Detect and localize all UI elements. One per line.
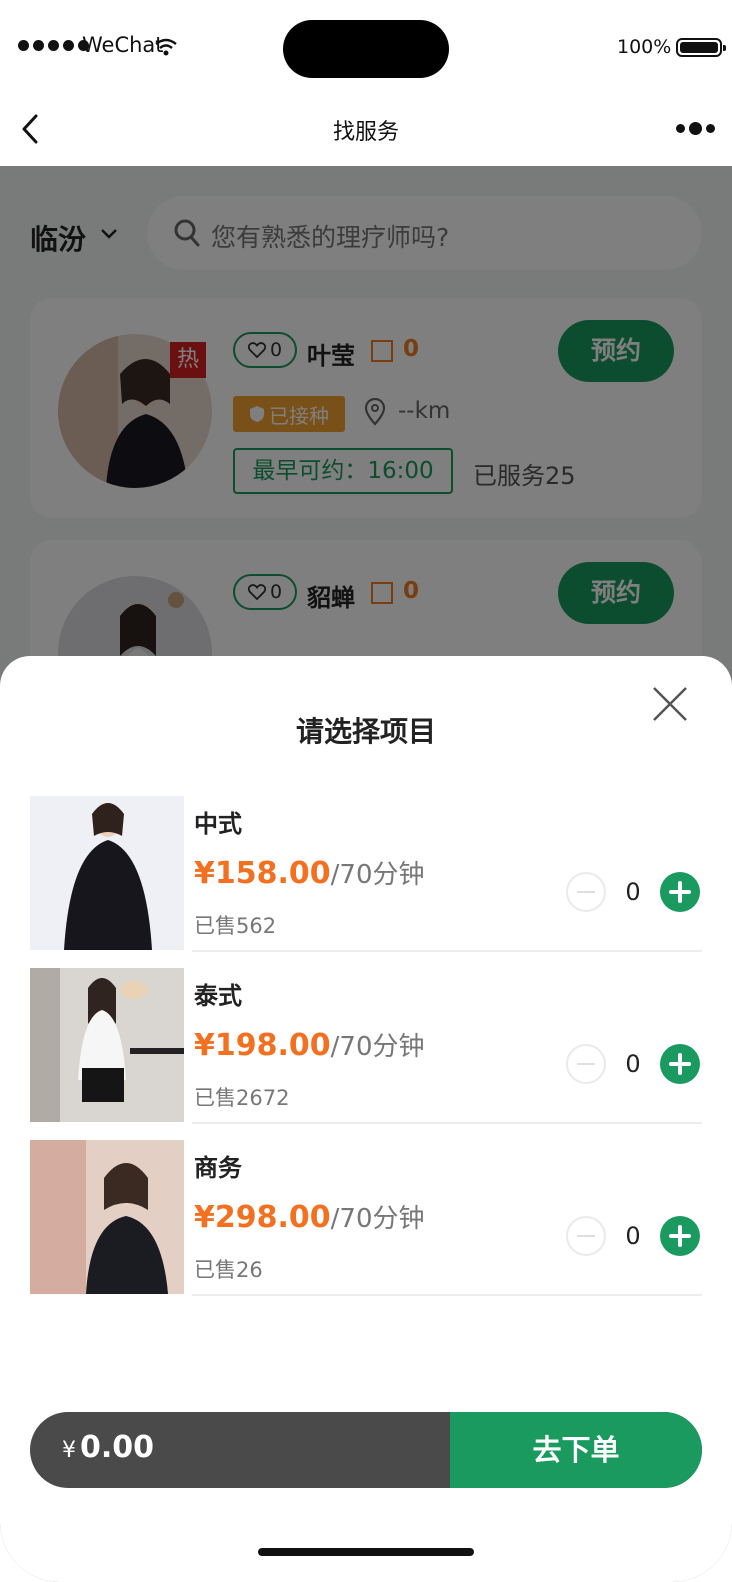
currency-symbol: ¥ <box>194 856 215 891</box>
price-duration: /70分钟 <box>330 860 425 890</box>
home-indicator <box>258 1548 474 1556</box>
page-title: 找服务 <box>332 120 399 145</box>
quantity-value: 0 <box>625 1222 641 1250</box>
nav-bar: 找服务 <box>0 92 732 166</box>
sold-count: 已售2672 <box>194 1086 290 1110</box>
quantity-value: 0 <box>625 1050 641 1078</box>
cart-bar: ¥0.00 去下单 <box>30 1412 702 1488</box>
wifi-icon <box>155 38 177 56</box>
item-name: 中式 <box>194 810 242 838</box>
item-name: 泰式 <box>194 982 242 1010</box>
price-duration: /70分钟 <box>330 1032 425 1062</box>
dynamic-island <box>283 20 449 78</box>
divider <box>192 1294 702 1296</box>
increase-button[interactable] <box>660 1216 700 1256</box>
cart-total: ¥0.00 <box>62 1430 154 1465</box>
sheet-title: 请选择项目 <box>295 715 436 748</box>
item-thumbnail <box>30 796 184 950</box>
price-duration: /70分钟 <box>330 1204 425 1234</box>
price-value: 298.00 <box>214 1200 331 1235</box>
increase-button[interactable] <box>660 872 700 912</box>
item-thumbnail <box>30 968 184 1122</box>
list-item: 商务 ¥298.00/70分钟 已售26 0 <box>30 1140 702 1296</box>
item-price: ¥158.00/70分钟 <box>194 854 425 891</box>
phone-screen: WeChat 100% 找服务 临汾 您有熟悉的理疗师吗? <box>0 0 732 1582</box>
item-thumbnail <box>30 1140 184 1294</box>
more-icon[interactable] <box>676 122 715 135</box>
list-item: 中式 ¥158.00/70分钟 已售562 0 <box>30 796 702 952</box>
divider <box>192 1122 702 1124</box>
price-value: 158.00 <box>214 856 331 891</box>
signal-icon <box>18 40 89 51</box>
project-picker-sheet: 请选择项目 中式 ¥158.00/70分钟 已售562 0 泰式 ¥198.00… <box>0 656 732 1582</box>
item-price: ¥298.00/70分钟 <box>194 1198 425 1235</box>
currency-symbol: ¥ <box>62 1438 76 1463</box>
sold-count: 已售26 <box>194 1258 263 1282</box>
currency-symbol: ¥ <box>194 1028 215 1063</box>
decrease-button[interactable] <box>566 1044 606 1084</box>
decrease-button[interactable] <box>566 1216 606 1256</box>
battery-percent: 100% <box>617 36 672 58</box>
increase-button[interactable] <box>660 1044 700 1084</box>
quantity-value: 0 <box>625 878 641 906</box>
item-name: 商务 <box>194 1154 242 1182</box>
close-icon[interactable] <box>652 686 688 722</box>
divider <box>192 950 702 952</box>
decrease-button[interactable] <box>566 872 606 912</box>
item-price: ¥198.00/70分钟 <box>194 1026 425 1063</box>
carrier-label: WeChat <box>82 33 164 57</box>
currency-symbol: ¥ <box>194 1200 215 1235</box>
checkout-button[interactable]: 去下单 <box>450 1412 702 1488</box>
status-bar: WeChat 100% <box>0 0 732 92</box>
battery-icon <box>676 38 726 57</box>
sold-count: 已售562 <box>194 914 277 938</box>
total-value: 0.00 <box>80 1430 155 1465</box>
price-value: 198.00 <box>214 1028 331 1063</box>
list-item: 泰式 ¥198.00/70分钟 已售2672 0 <box>30 968 702 1124</box>
